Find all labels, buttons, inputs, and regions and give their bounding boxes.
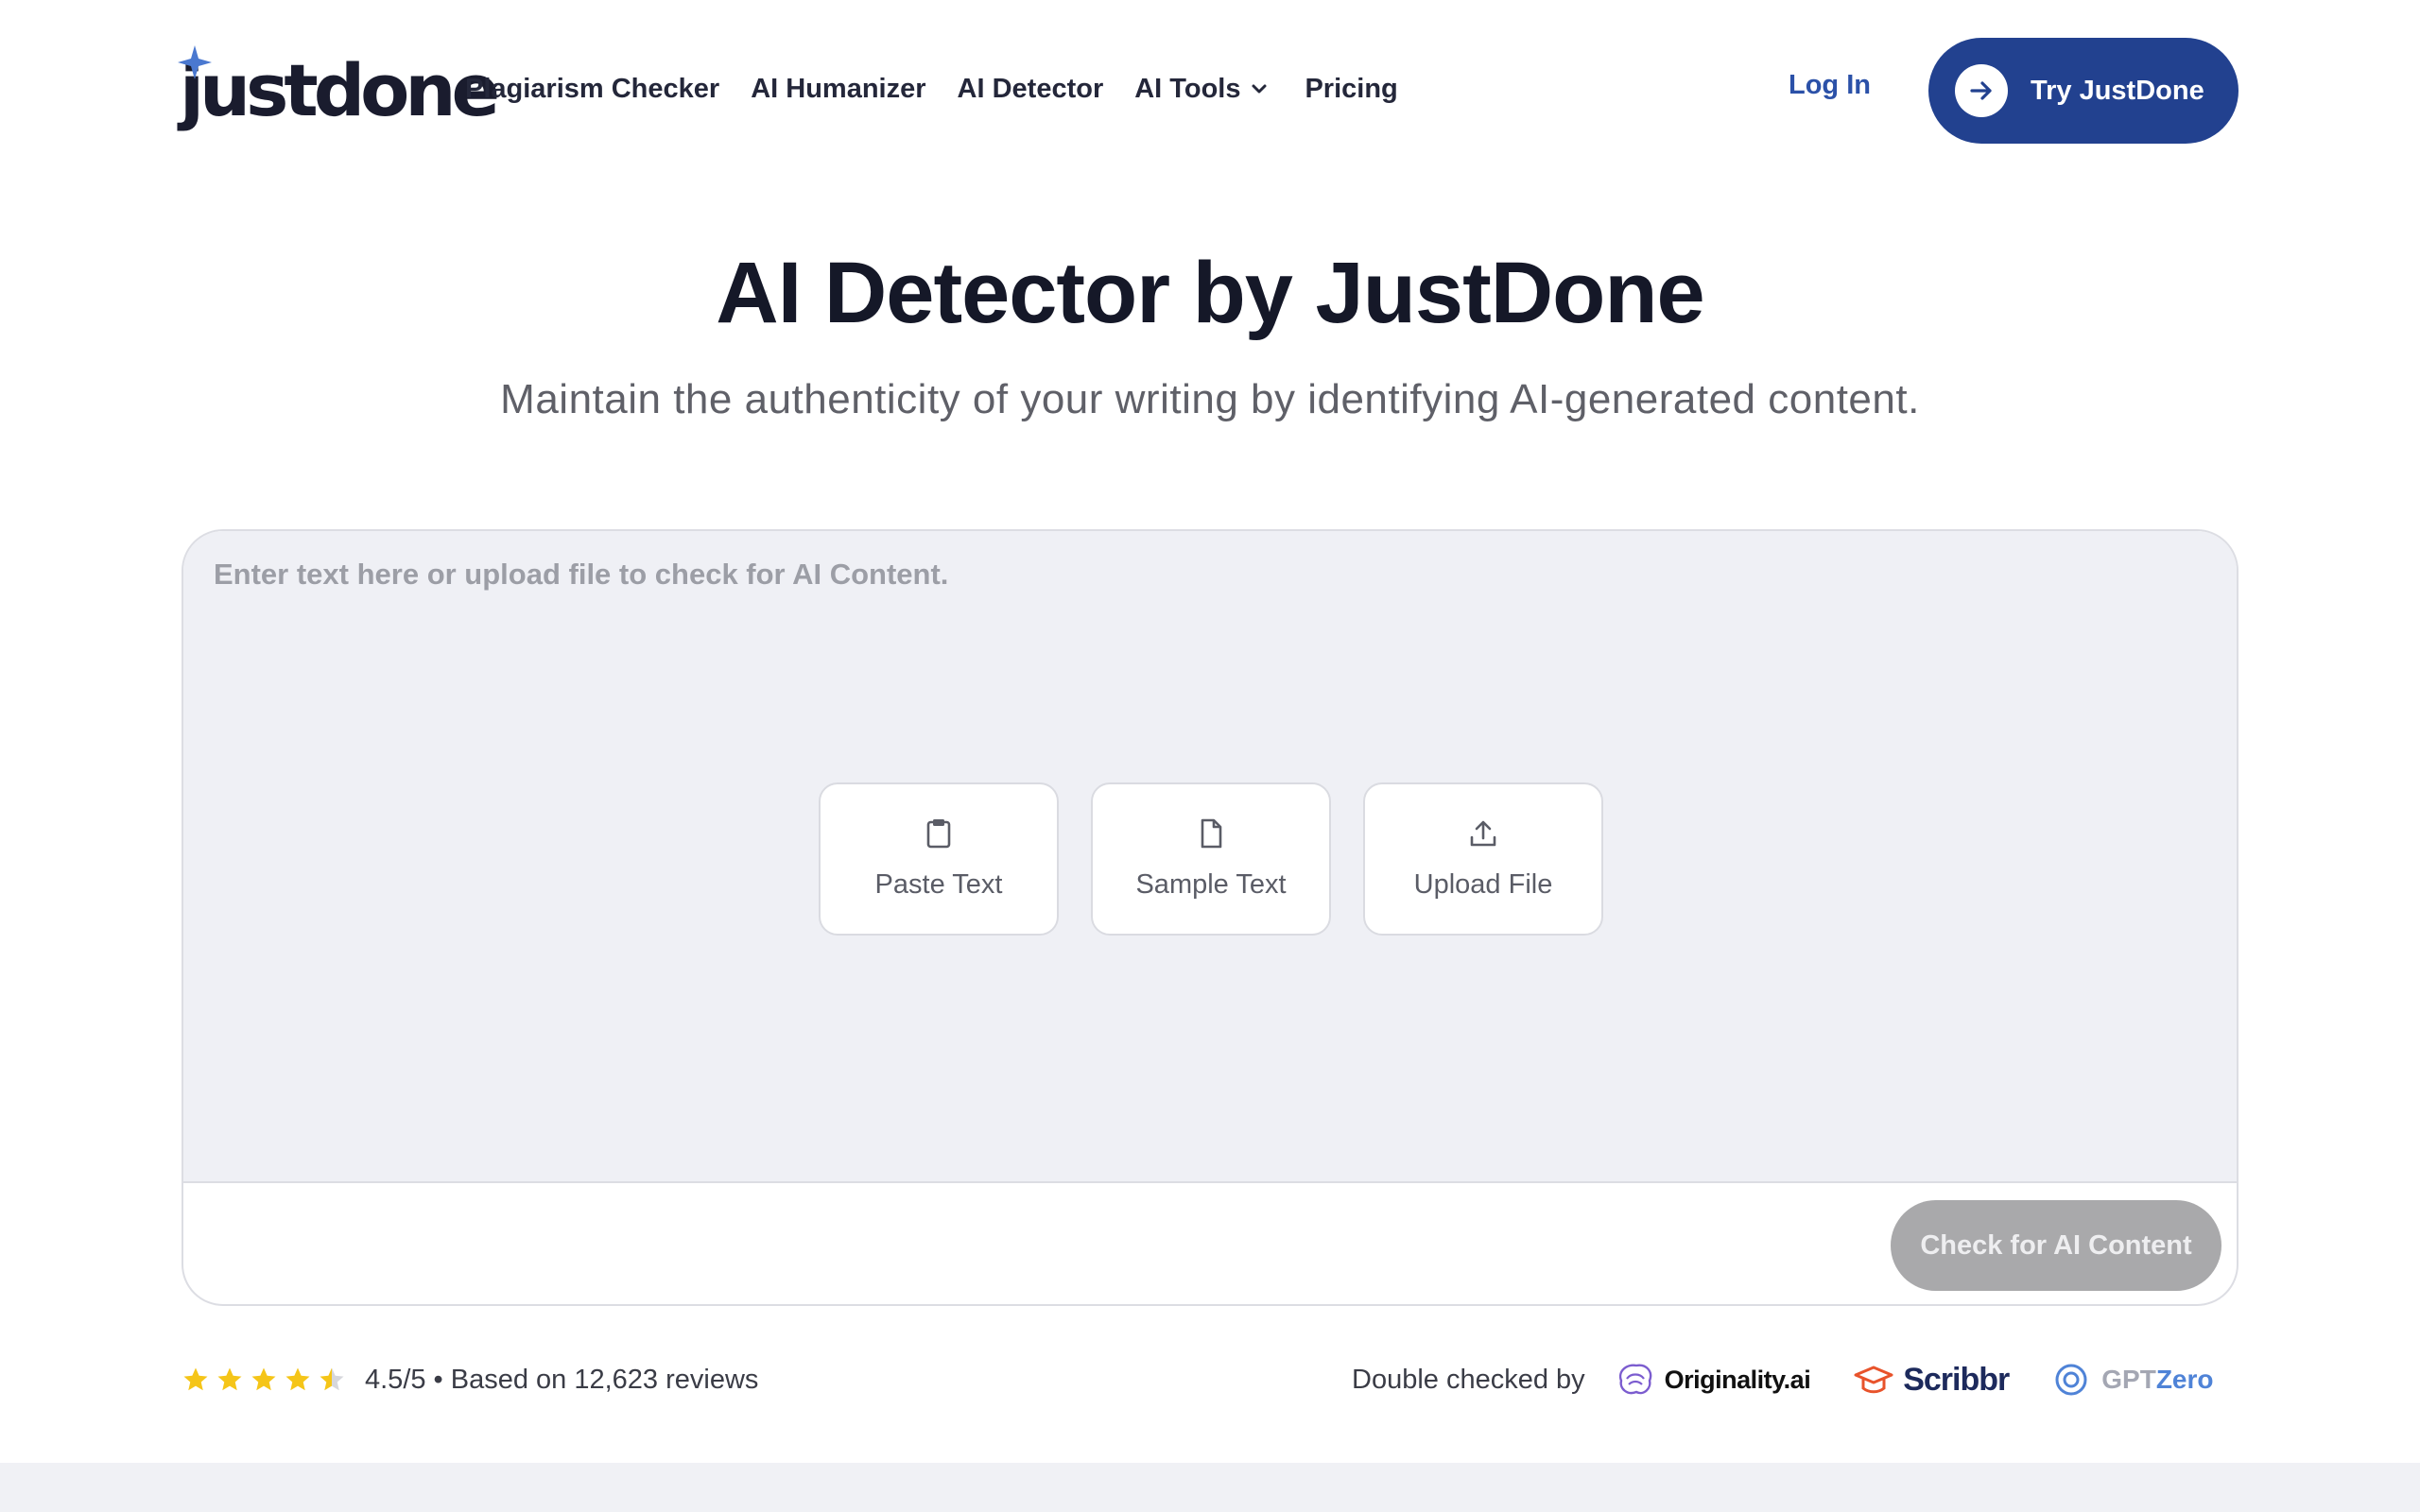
double-checked-label: Double checked by <box>1352 1364 1585 1395</box>
paste-text-button[interactable]: Paste Text <box>819 782 1059 936</box>
graduation-cap-icon <box>1854 1366 1893 1394</box>
paste-text-label: Paste Text <box>874 869 1003 900</box>
arrow-right-icon <box>1970 81 1992 100</box>
page-subtitle: Maintain the authenticity of your writin… <box>500 376 1920 422</box>
scribbr-logo: Scribbr <box>1852 1360 2010 1400</box>
upload-file-button[interactable]: Upload File <box>1363 782 1603 936</box>
double-checked-by: Double checked by Originality.ai Scribbr… <box>1352 1357 2214 1402</box>
chevron-down-icon <box>1252 84 1267 94</box>
try-justdone-button[interactable]: Try JustDone <box>1928 38 2238 144</box>
arrow-circle <box>1955 64 2008 117</box>
gptzero-name: GPTZero <box>2101 1365 2213 1395</box>
gptzero-icon <box>2055 1364 2087 1396</box>
main-nav: Plagiarism Checker AI Humanizer AI Detec… <box>465 68 1429 110</box>
nav-plagiarism-checker[interactable]: Plagiarism Checker <box>465 74 719 105</box>
try-justdone-label: Try JustDone <box>2031 75 2204 106</box>
justdone-logo[interactable]: justdone <box>178 42 500 132</box>
sparkle-icon <box>178 45 212 79</box>
site-header: justdone Plagiarism Checker AI Humanizer… <box>0 0 2420 180</box>
nav-pricing[interactable]: Pricing <box>1305 74 1397 105</box>
input-actions: Paste Text Sample Text Upload File <box>819 782 1603 936</box>
gptzero-name-part1: GPT <box>2101 1365 2156 1394</box>
nav-label: AI Tools <box>1134 73 1241 104</box>
originality-logo: Originality.ai <box>1614 1360 1811 1400</box>
nav-ai-detector[interactable]: AI Detector <box>958 74 1104 105</box>
footer-band <box>0 1463 2420 1512</box>
upload-file-label: Upload File <box>1413 869 1553 900</box>
nav-label: AI Detector <box>957 73 1104 104</box>
nav-label: Plagiarism Checker <box>465 73 720 104</box>
originality-name: Originality.ai <box>1664 1365 1811 1394</box>
brain-icon <box>1618 1364 1651 1395</box>
text-area-container: Paste Text Sample Text Upload File <box>183 531 2237 1183</box>
star-icon <box>217 1367 242 1391</box>
nav-label: AI Humanizer <box>751 73 926 104</box>
detector-editor: Paste Text Sample Text Upload File Check… <box>182 529 2238 1306</box>
gptzero-logo: GPTZero <box>2050 1360 2214 1400</box>
nav-ai-tools-dropdown[interactable]: AI Tools <box>1134 74 1270 105</box>
document-icon <box>1201 818 1222 849</box>
rating-summary: 4.5/5 • Based on 12,623 reviews <box>182 1361 758 1399</box>
star-rating <box>182 1366 346 1394</box>
nav-ai-humanizer[interactable]: AI Humanizer <box>751 74 925 105</box>
login-link[interactable]: Log In <box>1789 70 1871 101</box>
star-icon <box>285 1367 310 1391</box>
nav-label: Pricing <box>1305 73 1398 104</box>
check-ai-content-button[interactable]: Check for AI Content <box>1891 1200 2221 1291</box>
rating-text: 4.5/5 • Based on 12,623 reviews <box>365 1364 759 1395</box>
page-title: AI Detector by JustDone <box>716 245 1704 341</box>
star-icon <box>183 1367 208 1391</box>
star-icon <box>251 1367 276 1391</box>
scribbr-name: Scribbr <box>1903 1361 2010 1398</box>
sample-text-label: Sample Text <box>1135 869 1287 900</box>
gptzero-name-part2: Zero <box>2155 1365 2214 1394</box>
logo-text: justdone <box>180 48 500 132</box>
sample-text-button[interactable]: Sample Text <box>1091 782 1331 936</box>
clipboard-icon <box>926 819 951 849</box>
half-star-icon <box>320 1367 344 1391</box>
upload-icon <box>1470 820 1496 847</box>
